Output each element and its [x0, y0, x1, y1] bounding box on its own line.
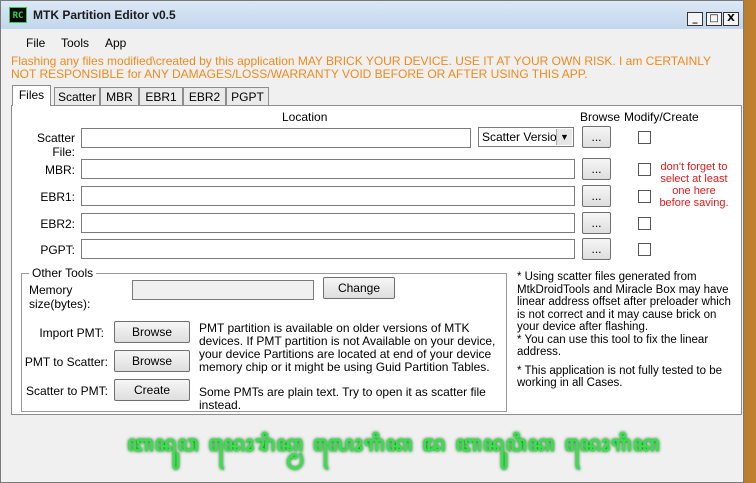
info-note-2: * You can use this tool to fix the linea…	[517, 333, 709, 359]
menu-app[interactable]: App	[105, 36, 126, 50]
scatter-file-input[interactable]	[81, 128, 471, 148]
location-header: Location	[282, 110, 328, 124]
tab-ebr2[interactable]: EBR2	[183, 87, 226, 105]
pmt-description: PMT partition is available on older vers…	[199, 321, 496, 374]
mbr-browse-button[interactable]: ...	[582, 158, 611, 180]
scatter-version-value: Scatter Version	[482, 130, 564, 144]
tab-pgpt[interactable]: PGPT	[226, 87, 269, 105]
ebr2-input[interactable]	[81, 213, 575, 233]
minimize-button[interactable]: _	[687, 12, 703, 26]
menu-file[interactable]: File	[26, 36, 45, 50]
pgpt-browse-button[interactable]: ...	[582, 238, 611, 260]
menu-bar: File Tools App	[1, 33, 743, 53]
mbr-label: MBR:	[45, 163, 75, 177]
browse-header: Browse	[580, 110, 621, 124]
chevron-down-icon: ▼	[556, 129, 572, 145]
tab-ebr1[interactable]: EBR1	[139, 87, 183, 105]
scatter-browse-button[interactable]: ...	[582, 126, 611, 148]
warning-text: Flashing any files modified\created by t…	[11, 54, 711, 81]
window-title: MTK Partition Editor v0.5	[33, 8, 176, 22]
title-bar[interactable]: RC MTK Partition Editor v0.5 _ □ X	[1, 1, 743, 29]
menu-tools[interactable]: Tools	[61, 36, 89, 50]
pmt-plain-text-note: Some PMTs are plain text. Try to open it…	[199, 385, 486, 412]
import-pmt-label: Import PMT:	[39, 326, 104, 340]
info-notes: * Using scatter files generated from Mtk…	[517, 271, 731, 390]
app-window: RC MTK Partition Editor v0.5 _ □ X File …	[0, 0, 744, 483]
scatter-to-pmt-button[interactable]: Create	[114, 379, 190, 401]
mbr-modify-checkbox[interactable]	[638, 163, 651, 176]
ebr1-input[interactable]	[81, 186, 575, 206]
pmt-to-scatter-button[interactable]: Browse	[114, 350, 190, 372]
info-note-3: * This application is not fully tested t…	[517, 364, 722, 390]
ebr2-modify-checkbox[interactable]	[638, 217, 651, 230]
maximize-button[interactable]: □	[706, 12, 722, 26]
mbr-input[interactable]	[81, 159, 575, 179]
ebr1-label: EBR1:	[40, 190, 75, 204]
change-button[interactable]: Change	[323, 277, 395, 299]
import-pmt-button[interactable]: Browse	[114, 321, 190, 343]
select-reminder-note: don't forget to select at least one here…	[659, 161, 729, 209]
pgpt-modify-checkbox[interactable]	[638, 243, 651, 256]
tab-scatter[interactable]: Scatter	[54, 87, 100, 105]
ebr1-browse-button[interactable]: ...	[582, 185, 611, 207]
scatter-modify-checkbox[interactable]	[638, 131, 651, 144]
other-tools-legend: Other Tools	[29, 266, 97, 280]
banner-text: ꦧꦤꦸꦮ ꦤꦺꦴꦫꦶꦏ꧀ꦩ ꦭꦺꦴꦒꦶꦏ ꦢ ꦧꦤꦸꦮꦶꦏ ꦤꦺꦴꦒꦶꦏ	[127, 431, 661, 457]
close-button[interactable]: X	[723, 12, 739, 26]
pgpt-input[interactable]	[81, 239, 575, 259]
ebr1-modify-checkbox[interactable]	[638, 190, 651, 203]
scatter-to-pmt-label: Scatter to PMT:	[25, 384, 108, 398]
modify-header: Modify/Create	[624, 110, 699, 124]
ebr2-browse-button[interactable]: ...	[582, 212, 611, 234]
memory-size-input[interactable]	[132, 280, 314, 300]
scatter-file-label: Scatter File:	[36, 131, 75, 159]
pgpt-label: PGPT:	[40, 243, 75, 257]
ebr2-label: EBR2:	[40, 217, 75, 231]
scatter-version-select[interactable]: Scatter Version ▼	[478, 127, 574, 147]
info-note-1: * Using scatter files generated from Mtk…	[517, 271, 731, 333]
tab-mbr[interactable]: MBR	[100, 87, 139, 105]
app-icon: RC	[9, 7, 27, 23]
memory-size-label: Memory size(bytes):	[29, 283, 91, 311]
tab-files[interactable]: Files	[12, 85, 51, 106]
pmt-to-scatter-label: PMT to Scatter:	[24, 355, 108, 369]
